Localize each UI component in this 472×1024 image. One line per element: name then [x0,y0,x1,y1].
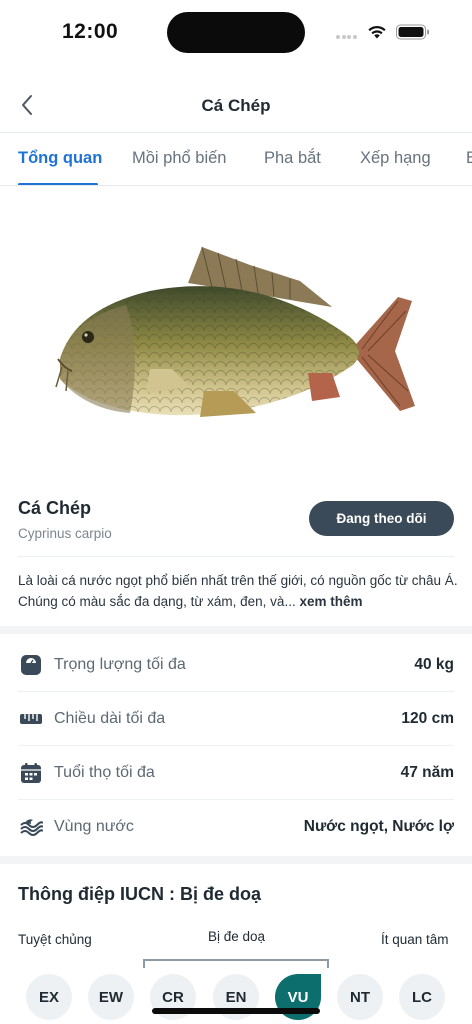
tab-rankings[interactable]: Xếp hạng [360,149,431,168]
stat-row-max-length: Chiều dài tối đa 120 cm [18,692,454,746]
tab-catches[interactable]: Pha bắt [264,149,321,168]
stat-label: Chiều dài tối đa [54,709,166,727]
stat-row-water-type: Vùng nước Nước ngọt, Nước lợ [18,800,454,854]
iucn-label-threatened: Bị đe doạ [208,929,266,944]
navigation-bar: Cá Chép [0,80,472,132]
water-waves-icon [18,814,44,840]
stat-value: 47 năm [400,763,454,781]
tab-overflow[interactable]: B [466,149,472,168]
status-bar: 12:00 [0,0,472,64]
status-time: 12:00 [62,20,119,43]
ruler-icon [18,706,44,732]
home-indicator[interactable] [152,1008,320,1014]
stat-label: Trọng lượng tối đa [54,655,186,673]
stat-label: Tuổi thọ tối đa [54,763,155,781]
stat-label: Vùng nước [54,818,134,835]
description-text: Là loài cá nước ngọt phổ biến nhất trên … [18,573,458,609]
carp-illustration [55,246,415,417]
battery-icon [396,24,429,40]
species-description: Là loài cá nước ngọt phổ biến nhất trên … [18,570,458,612]
tab-popular-baits[interactable]: Mồi phổ biến [132,149,226,168]
stat-value: Nước ngọt, Nước lợ [303,818,454,835]
iucn-level-nt[interactable]: NT [337,974,383,1020]
section-divider [0,626,472,634]
stat-row-max-weight: Trọng lượng tối đa 40 kg [18,638,454,692]
calendar-icon [18,760,44,786]
iucn-label-least-concern: Ít quan tâm [381,932,449,947]
scale-icon [18,652,44,678]
species-image [0,186,472,486]
species-scientific-name: Cyprinus carpio [18,526,112,541]
species-name: Cá Chép [18,498,92,518]
tab-bar: Tổng quan Mồi phổ biến Pha bắt Xếp hạng … [0,132,472,186]
cellular-signal-icon [336,35,358,39]
stat-value: 120 cm [401,709,454,727]
iucn-label-extinct: Tuyệt chủng [18,932,92,947]
section-divider [0,856,472,864]
stat-row-max-lifespan: Tuổi thọ tối đa 47 năm [18,746,454,800]
dynamic-island [167,12,305,53]
iucn-level-lc[interactable]: LC [399,974,445,1020]
tab-overview[interactable]: Tổng quan [18,149,102,168]
iucn-level-ex[interactable]: EX [26,974,72,1020]
divider [18,556,454,557]
iucn-threatened-bracket [143,959,329,968]
wifi-icon [368,25,386,39]
read-more-link[interactable]: xem thêm [299,594,362,609]
follow-button[interactable]: Đang theo dõi [309,501,454,536]
stat-value: 40 kg [414,655,454,673]
iucn-title: Thông điệp IUCN : Bị đe doạ [18,884,261,904]
page-title: Cá Chép [201,96,271,115]
iucn-level-ew[interactable]: EW [88,974,134,1020]
